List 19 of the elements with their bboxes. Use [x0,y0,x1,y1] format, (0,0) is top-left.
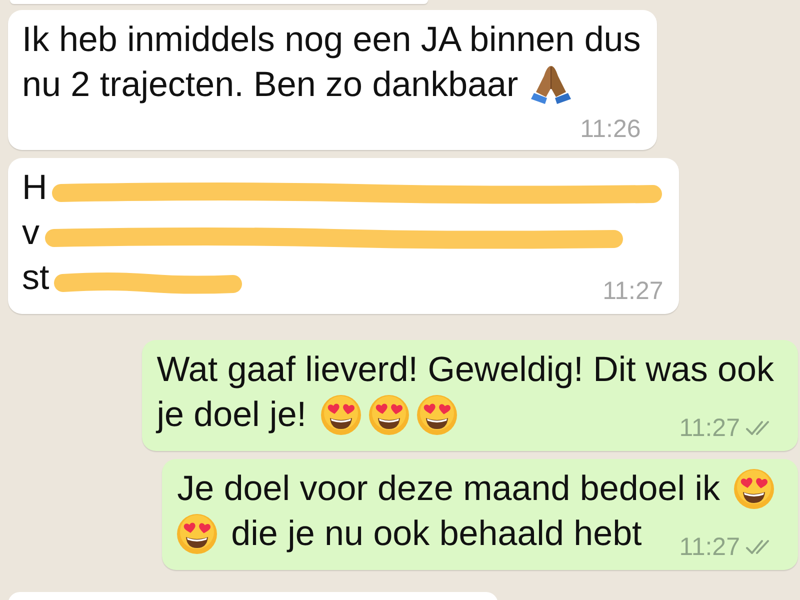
praying-hands-icon [529,64,574,105]
message-time: 11:27 [679,534,740,560]
heart-eyes-face-icon [177,514,218,554]
message-text: st [22,257,50,299]
message-text: Wat gaaf lieverd! Geweldig! Dit was ook [156,349,774,391]
message-text: je doel je! [156,394,307,436]
heart-eyes-face-icon [320,394,361,434]
heart-eyes-face-icon [734,468,774,508]
message-text: v [22,212,40,254]
message-text: nu 2 trajecten. Ben zo dankbaar [22,64,518,106]
message-text: Ik heb inmiddels nog een JA binnen dus [22,19,641,61]
message-time: 11:26 [580,116,641,142]
message-text: die je nu ook behaald hebt [231,513,642,555]
heart-eyes-face-icon [368,394,409,434]
message-time: 11:27 [602,278,664,304]
message-text: H [22,167,48,209]
message-text: Je doel voor deze maand bedoel ik [177,468,720,510]
message-time: 11:27 [679,415,740,441]
heart-eyes-face-icon [416,394,457,434]
